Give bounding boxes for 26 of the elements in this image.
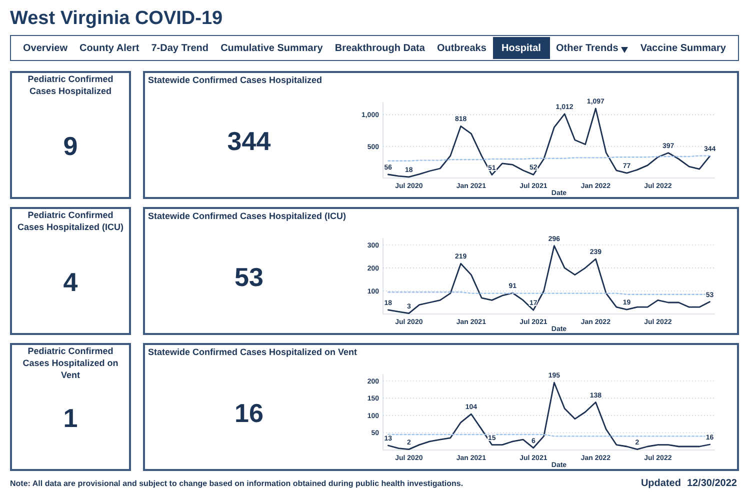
footer-note: Note: All data are provisional and subject to change based on information obtained during public health investigations. bbox=[10, 478, 464, 490]
nav-tab[interactable]: Outbreaks bbox=[430, 37, 492, 59]
card-title: Statewide Confirmed Cases Hospitalized on Vent bbox=[147, 346, 358, 358]
metric-value: 1 bbox=[63, 402, 78, 435]
caret-icon bbox=[621, 46, 628, 52]
card-title: Statewide Confirmed Cases Hospitalized bbox=[147, 74, 324, 86]
nav-tab[interactable]: Overview bbox=[17, 37, 74, 59]
card-title: Pediatric Confirmed Cases Hospitalized bbox=[26, 73, 114, 98]
metric-value: 53 bbox=[234, 261, 264, 294]
page-title: West Virginia COVID-19 bbox=[10, 7, 224, 31]
metric-value: 4 bbox=[63, 266, 78, 299]
updated-date: 12/30/2022 bbox=[686, 477, 737, 491]
metric-value: 344 bbox=[227, 125, 271, 158]
nav-tab[interactable]: Cumulative Summary bbox=[214, 37, 329, 59]
nav-tab[interactable]: Hospital bbox=[492, 37, 550, 59]
card-title: Pediatric Confirmed Cases Hospitalized (ICU) bbox=[16, 209, 125, 234]
nav-tab[interactable]: County Alert bbox=[74, 37, 146, 59]
nav-tab[interactable]: Breakthrough Data bbox=[328, 37, 431, 59]
card-title: Statewide Confirmed Cases Hospitalized (ICU) bbox=[147, 210, 348, 222]
updated-label: Updated bbox=[640, 477, 681, 491]
metric-value: 9 bbox=[63, 130, 78, 163]
nav-tab[interactable]: 7-Day Trend bbox=[145, 37, 214, 59]
nav-tab[interactable]: Vaccine Summary bbox=[634, 37, 732, 59]
metric-value: 16 bbox=[234, 397, 264, 430]
card-title: Pediatric Confirmed Cases Hospitalized on Vent bbox=[22, 345, 120, 382]
nav-tab[interactable]: Other Trends bbox=[550, 37, 634, 59]
